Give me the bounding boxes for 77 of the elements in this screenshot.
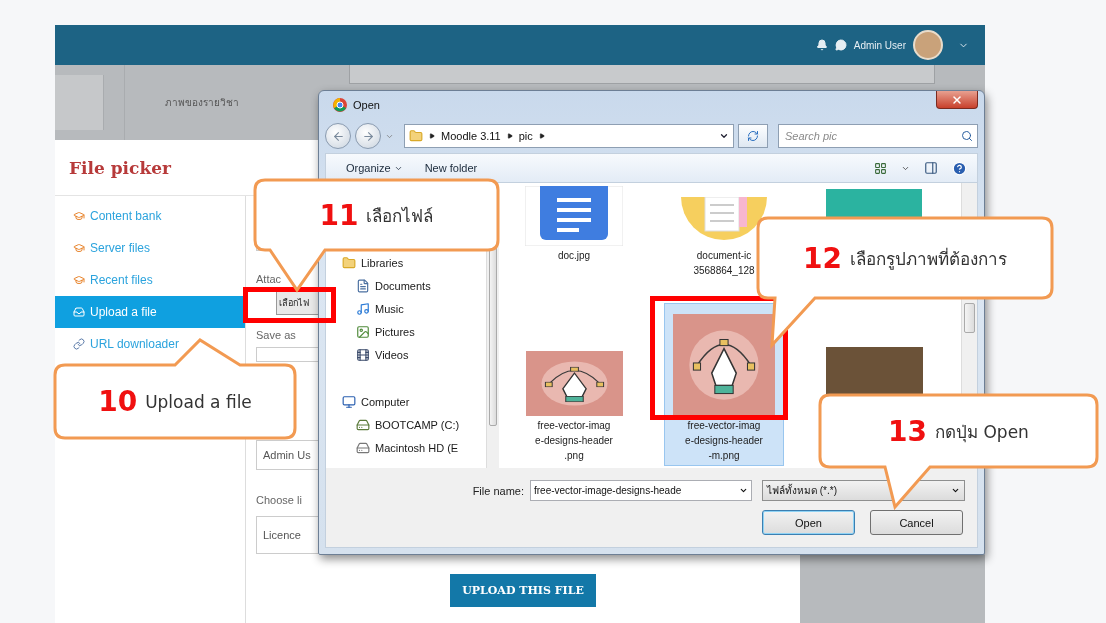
nav-item[interactable]: Pictures (326, 320, 486, 343)
chevron-icon[interactable] (538, 133, 545, 139)
file-name: doc.jpg (557, 249, 591, 263)
drive-icon (356, 440, 370, 455)
nav-item[interactable]: Videos (326, 343, 486, 366)
file-item[interactable]: free-vector-imag e-designs-header .png (514, 303, 634, 466)
refresh-icon (747, 130, 759, 142)
open-button[interactable]: Open (762, 510, 855, 535)
step-number: 11 (319, 198, 359, 232)
new-folder-button[interactable]: New folder (420, 162, 482, 174)
mortarboard-icon (73, 210, 85, 222)
close-icon (951, 93, 963, 106)
preview-pane-icon[interactable] (924, 161, 938, 175)
folder-icon (409, 129, 423, 143)
breadcrumb[interactable]: Moodle 3.11 (441, 130, 501, 142)
document-icon (356, 278, 370, 293)
music-note-icon (356, 301, 370, 316)
callout-text: กดปุ่ม Open (935, 420, 1029, 445)
block-panel (55, 75, 104, 130)
step-number: 13 (888, 414, 928, 448)
drive-icon (356, 417, 370, 432)
file-name-field[interactable]: free-vector-image-designs-heade (530, 480, 752, 501)
dialog-title: Open (353, 99, 380, 111)
film-icon (356, 347, 370, 362)
close-button[interactable] (936, 91, 978, 109)
callout-text: เลือกไฟล์ (366, 204, 434, 228)
folder-icon (342, 255, 356, 270)
upload-button[interactable]: UPLOAD THIS FILE (450, 574, 596, 607)
bell-icon[interactable] (815, 39, 828, 51)
nav-item[interactable]: BOOTCAMP (C:) (326, 413, 486, 436)
caret-icon[interactable] (719, 131, 729, 141)
file-name: free-vector-imag e-designs-header .png (535, 419, 613, 463)
file-name-label: File name: (472, 484, 524, 497)
field-label: Choose li (256, 494, 302, 506)
back-button[interactable] (325, 123, 351, 149)
inbox-icon (73, 306, 85, 318)
step-number: 12 (803, 241, 842, 275)
mortarboard-icon (73, 274, 85, 286)
arrow-right-icon (361, 129, 375, 143)
nav-item[interactable]: Computer (326, 390, 486, 413)
arrow-left-icon (331, 129, 345, 143)
view-icon[interactable] (874, 161, 887, 175)
search-field[interactable]: Search pic (778, 124, 978, 148)
address-bar[interactable]: Moodle 3.11 pic (404, 124, 734, 148)
monitor-icon (342, 394, 356, 409)
caret-icon (739, 486, 748, 495)
nav-item[interactable]: Libraries (326, 251, 486, 274)
file-item[interactable]: doc.jpg (514, 183, 634, 266)
help-icon[interactable] (952, 160, 967, 176)
field-label: Attac (256, 273, 282, 285)
course-image-label: ภาพของรายวิชา (165, 96, 239, 110)
step-number: 10 (98, 385, 138, 418)
link-icon (73, 338, 85, 350)
refresh-button[interactable] (738, 124, 768, 148)
field-label: Save as (256, 329, 296, 341)
file-name: document-ic 3568864_128 (693, 249, 755, 278)
callout-text: เลือกรูปภาพที่ต้องการ (850, 246, 1007, 272)
cancel-button[interactable]: Cancel (870, 510, 963, 535)
picture-icon (356, 324, 370, 339)
organize-button[interactable]: Organize (342, 162, 407, 174)
user-name[interactable]: Admin User (853, 39, 906, 51)
forward-button[interactable] (355, 123, 381, 149)
file-item[interactable]: free-vector-imag e-designs-header -m.png (664, 303, 784, 466)
file-name: free-vector-imag e-designs-header -m.png (685, 419, 763, 463)
nav-item[interactable]: Documents (326, 274, 486, 297)
nav-item[interactable]: Macintosh HD (E (326, 436, 486, 459)
mortarboard-icon (73, 242, 85, 254)
avatar[interactable] (913, 30, 943, 60)
caret-icon (951, 486, 960, 495)
chevron-icon[interactable] (429, 133, 435, 139)
search-icon[interactable] (961, 130, 973, 142)
browser-logo-icon (333, 98, 347, 112)
chevron-icon[interactable] (506, 133, 513, 139)
modal-title: File picker (69, 157, 171, 178)
chat-icon[interactable] (834, 39, 847, 51)
breadcrumb[interactable]: pic (518, 130, 533, 142)
callout-text: Upload a file (145, 391, 252, 412)
